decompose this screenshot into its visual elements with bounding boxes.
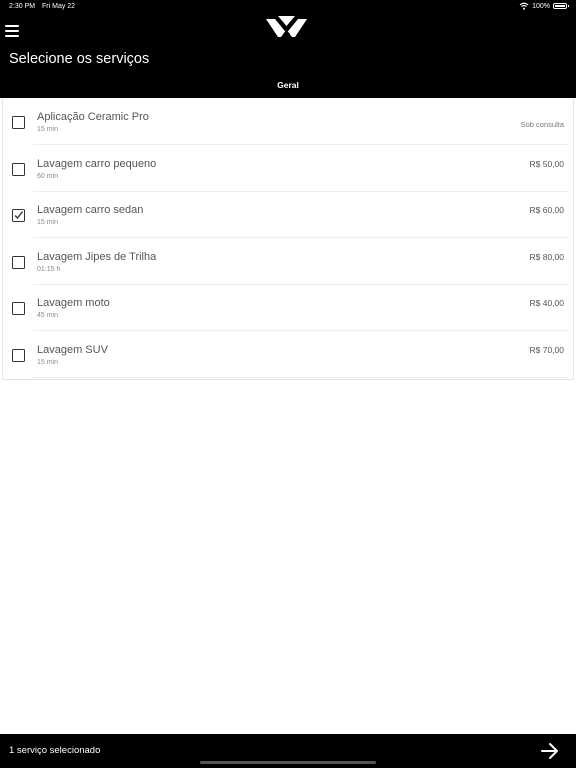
service-duration: 15 min (37, 126, 59, 133)
service-row[interactable]: Aplicação Ceramic Pro 15 min Sob consulta (3, 99, 573, 145)
status-date: Fri May 22 (42, 3, 76, 10)
service-duration: 45 min (37, 312, 59, 320)
service-name: Lavagem Jipes de Trilha (37, 250, 157, 263)
status-bar: 2:30 PM Fri May 22 100% (0, 0, 576, 14)
check-icon (14, 211, 24, 220)
service-row[interactable]: Lavagem Jipes de Trilha 01:15 h R$ 80,00 (3, 239, 573, 285)
service-price: R$ 80,00 (529, 251, 565, 262)
wifi-icon (519, 2, 529, 10)
battery-icon (553, 3, 569, 9)
home-indicator[interactable] (200, 761, 376, 764)
arrow-right-icon[interactable] (540, 742, 560, 760)
checkbox[interactable] (12, 349, 25, 362)
battery-level (555, 5, 565, 7)
tab-geral[interactable]: Geral (0, 80, 576, 90)
service-price: R$ 60,00 (529, 205, 565, 216)
checkbox[interactable] (12, 302, 25, 316)
status-indicators: 100% (519, 2, 569, 10)
hamburger-menu-icon[interactable] (5, 23, 20, 37)
service-row[interactable]: Lavagem carro pequeno 60 min R$ 50,00 (3, 146, 573, 192)
service-name: Lavagem carro pequeno (37, 157, 157, 170)
service-name: Lavagem carro sedan (37, 204, 144, 217)
app-header: 2:30 PM Fri May 22 100% Selecione os ser… (0, 0, 576, 98)
checkbox[interactable] (12, 162, 25, 176)
checkbox[interactable] (12, 116, 25, 129)
service-duration: 01:15 h (37, 265, 61, 273)
brand-logo-icon (266, 16, 307, 39)
battery-percent: 100% (532, 2, 550, 10)
service-price: R$ 50,00 (529, 158, 565, 169)
service-price: Sob consulta (520, 120, 564, 129)
service-price: R$ 70,00 (529, 345, 565, 355)
service-name: Lavagem SUV (37, 344, 108, 356)
service-duration: 60 min (37, 172, 59, 180)
service-price: R$ 40,00 (529, 298, 565, 309)
service-list: Aplicação Ceramic Pro 15 min Sob consulta L… (3, 98, 573, 380)
service-row[interactable]: Lavagem SUV 15 min R$ 70,00 (3, 332, 573, 378)
service-duration: 15 min (37, 219, 59, 227)
service-row[interactable]: Lavagem moto 45 min R$ 40,00 (3, 285, 573, 332)
page-title: Selecione os serviços (9, 51, 150, 67)
service-name: Aplicação Ceramic Pro (37, 111, 149, 123)
service-duration: 15 min (37, 359, 59, 366)
checkbox[interactable] (12, 255, 25, 269)
service-name: Lavagem moto (37, 297, 110, 310)
selected-count-text: 1 serviço selecionado (9, 745, 101, 756)
checkbox-checked[interactable] (12, 209, 25, 223)
status-time: 2:30 PM (9, 3, 36, 10)
service-row[interactable]: Lavagem carro sedan 15 min R$ 60,00 (3, 192, 573, 239)
